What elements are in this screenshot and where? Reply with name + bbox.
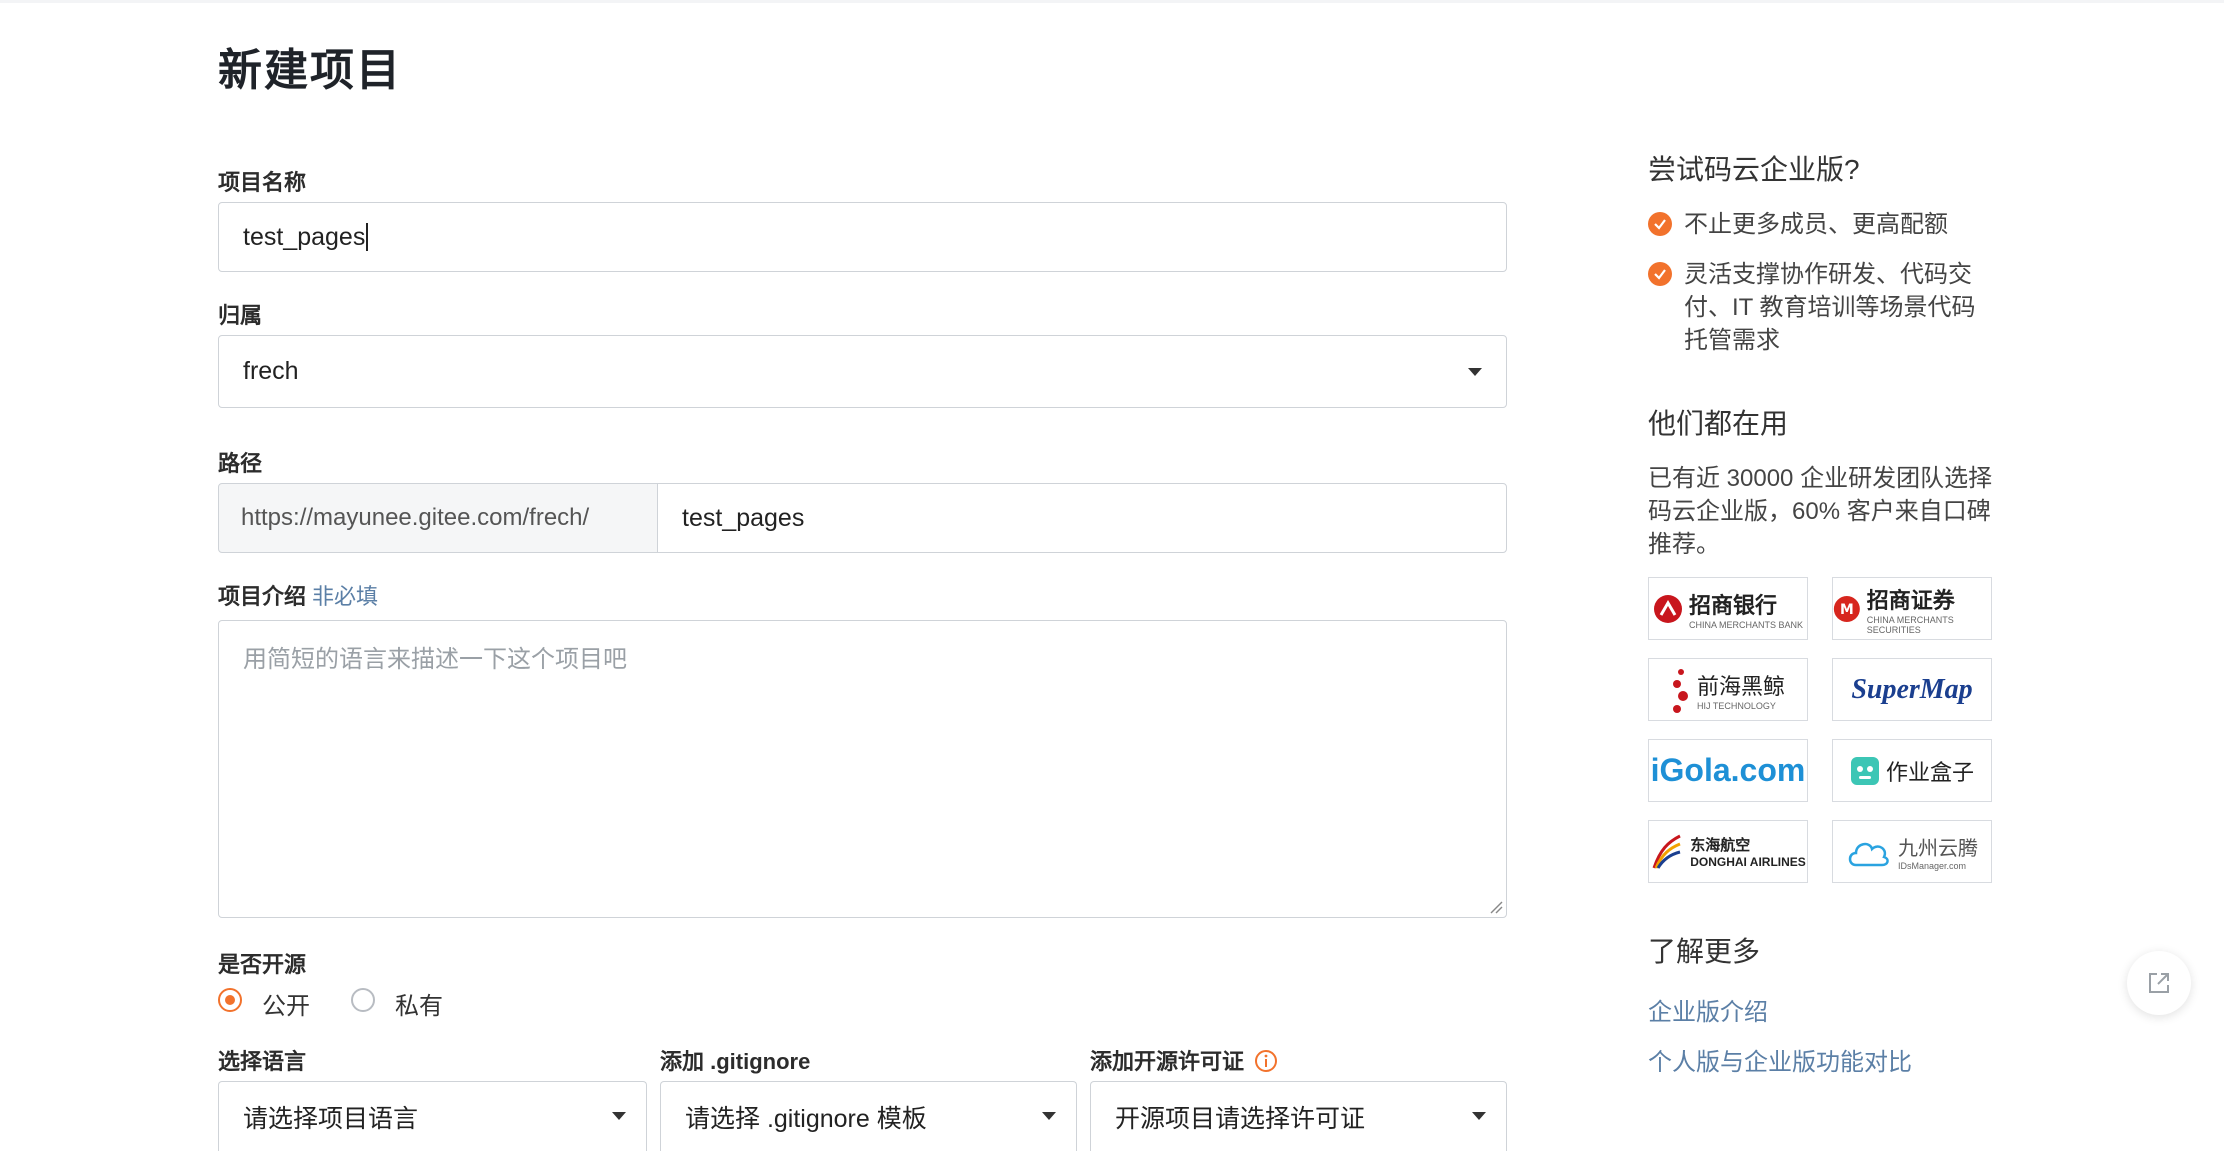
logo-igola: iGola.com xyxy=(1648,739,1808,802)
license-select[interactable]: 开源项目请选择许可证 xyxy=(1090,1081,1507,1151)
path-input[interactable]: test_pages xyxy=(657,483,1507,553)
path-label: 路径 xyxy=(218,446,262,478)
gitignore-value: 请选择 .gitignore 模板 xyxy=(685,1099,927,1135)
radio-private[interactable]: 私有 xyxy=(351,986,451,1016)
external-link-icon xyxy=(2145,969,2173,997)
hij-logo-icon xyxy=(1671,664,1691,716)
top-divider xyxy=(0,0,2224,3)
logo-hij: 前海黑鲸 HIJ TECHNOLOGY xyxy=(1648,658,1808,721)
logo-cmb-sub: CHINA MERCHANTS BANK xyxy=(1689,620,1803,630)
resize-handle-icon[interactable] xyxy=(1489,900,1503,914)
optional-hint: 非必填 xyxy=(312,584,378,609)
radio-private-label: 私有 xyxy=(395,986,443,1021)
logo-donghai-sub: DONGHAI AIRLINES xyxy=(1690,855,1806,869)
language-select[interactable]: 请选择项目语言 xyxy=(218,1081,647,1151)
logo-jiuzhou-text: 九州云腾 xyxy=(1898,838,1978,860)
logo-hij-text: 前海黑鲸 xyxy=(1697,674,1785,699)
path-prefix: https://mayunee.gitee.com/frech/ xyxy=(218,483,658,553)
logo-jiuzhou: 九州云腾IDsManager.com xyxy=(1832,820,1992,883)
logo-donghai: 东海航空DONGHAI AIRLINES xyxy=(1648,820,1808,883)
check-circle-icon xyxy=(1648,262,1672,286)
chevron-down-icon xyxy=(1042,1112,1056,1120)
radio-public-label: 公开 xyxy=(262,986,310,1021)
path-value: test_pages xyxy=(682,504,804,533)
text-cursor xyxy=(366,223,368,251)
description-textarea[interactable]: 用简短的语言来描述一下这个项目吧 xyxy=(218,620,1507,918)
logo-cmb: 招商银行 CHINA MERCHANTS BANK xyxy=(1648,577,1808,640)
description-label: 项目介绍非必填 xyxy=(218,579,378,611)
owner-value: frech xyxy=(243,357,299,386)
feature-item: 不止更多成员、更高配额 xyxy=(1684,208,1984,241)
gitignore-label: 添加 .gitignore xyxy=(660,1044,810,1076)
logo-zuoyehezi-text: 作业盒子 xyxy=(1886,755,1974,787)
description-label-text: 项目介绍 xyxy=(218,584,306,609)
project-name-input[interactable]: test_pages xyxy=(218,202,1507,272)
enterprise-intro-link[interactable]: 企业版介绍 xyxy=(1648,992,1768,1027)
language-label: 选择语言 xyxy=(218,1044,306,1076)
language-value: 请选择项目语言 xyxy=(243,1099,418,1135)
chevron-down-icon xyxy=(1472,1112,1486,1120)
license-label: 添加开源许可证 xyxy=(1090,1044,1278,1076)
radio-public[interactable]: 公开 xyxy=(218,986,318,1016)
logo-zuoyehezi: 作业盒子 xyxy=(1832,739,1992,802)
cloud-logo-icon xyxy=(1846,835,1892,869)
owner-select[interactable]: frech xyxy=(218,335,1507,408)
logo-igola-text: iGola.com xyxy=(1651,752,1806,789)
logo-supermap-text: SuperMap xyxy=(1851,674,1972,706)
cms-logo-icon: M xyxy=(1833,593,1861,625)
radio-public-indicator xyxy=(218,988,242,1012)
gitignore-select[interactable]: 请选择 .gitignore 模板 xyxy=(660,1081,1077,1151)
donghai-logo-icon xyxy=(1650,832,1684,872)
logo-jiuzhou-sub: IDsManager.com xyxy=(1898,861,1978,871)
enterprise-title: 尝试码云企业版? xyxy=(1648,148,1860,188)
logo-donghai-text: 东海航空 xyxy=(1690,837,1750,854)
description-placeholder: 用简短的语言来描述一下这个项目吧 xyxy=(243,646,627,673)
info-circle-icon[interactable] xyxy=(1254,1049,1278,1073)
users-title: 他们都在用 xyxy=(1648,402,1788,442)
logo-cms-text: 招商证券 xyxy=(1867,588,1955,613)
owner-label: 归属 xyxy=(218,298,262,330)
zuoyehezi-logo-icon xyxy=(1850,756,1880,786)
license-value: 开源项目请选择许可证 xyxy=(1115,1099,1365,1135)
project-name-label: 项目名称 xyxy=(218,165,306,197)
learn-more-title: 了解更多 xyxy=(1648,930,1760,970)
logo-hij-sub: HIJ TECHNOLOGY xyxy=(1697,701,1785,711)
project-name-value: test_pages xyxy=(243,223,365,252)
floating-action-button[interactable] xyxy=(2127,951,2191,1015)
logo-cmb-text: 招商银行 xyxy=(1689,593,1777,618)
cmb-logo-icon xyxy=(1653,594,1683,624)
chevron-down-icon xyxy=(1468,368,1482,376)
edition-compare-link[interactable]: 个人版与企业版功能对比 xyxy=(1648,1042,1912,1077)
svg-text:M: M xyxy=(1840,602,1854,618)
page-title: 新建项目 xyxy=(218,34,402,98)
logo-supermap: SuperMap xyxy=(1832,658,1992,721)
radio-private-indicator xyxy=(351,988,375,1012)
check-circle-icon xyxy=(1648,212,1672,236)
feature-item: 灵活支撑协作研发、代码交付、IT 教育培训等场景代码托管需求 xyxy=(1684,258,1994,357)
visibility-label: 是否开源 xyxy=(218,947,306,979)
chevron-down-icon xyxy=(612,1112,626,1120)
logo-cms: M 招商证券CHINA MERCHANTS SECURITIES xyxy=(1832,577,1992,640)
users-description: 已有近 30000 企业研发团队选择码云企业版，60% 客户来自口碑推荐。 xyxy=(1648,462,1998,561)
logo-cms-sub: CHINA MERCHANTS SECURITIES xyxy=(1867,615,1991,635)
license-label-text: 添加开源许可证 xyxy=(1090,1049,1244,1074)
